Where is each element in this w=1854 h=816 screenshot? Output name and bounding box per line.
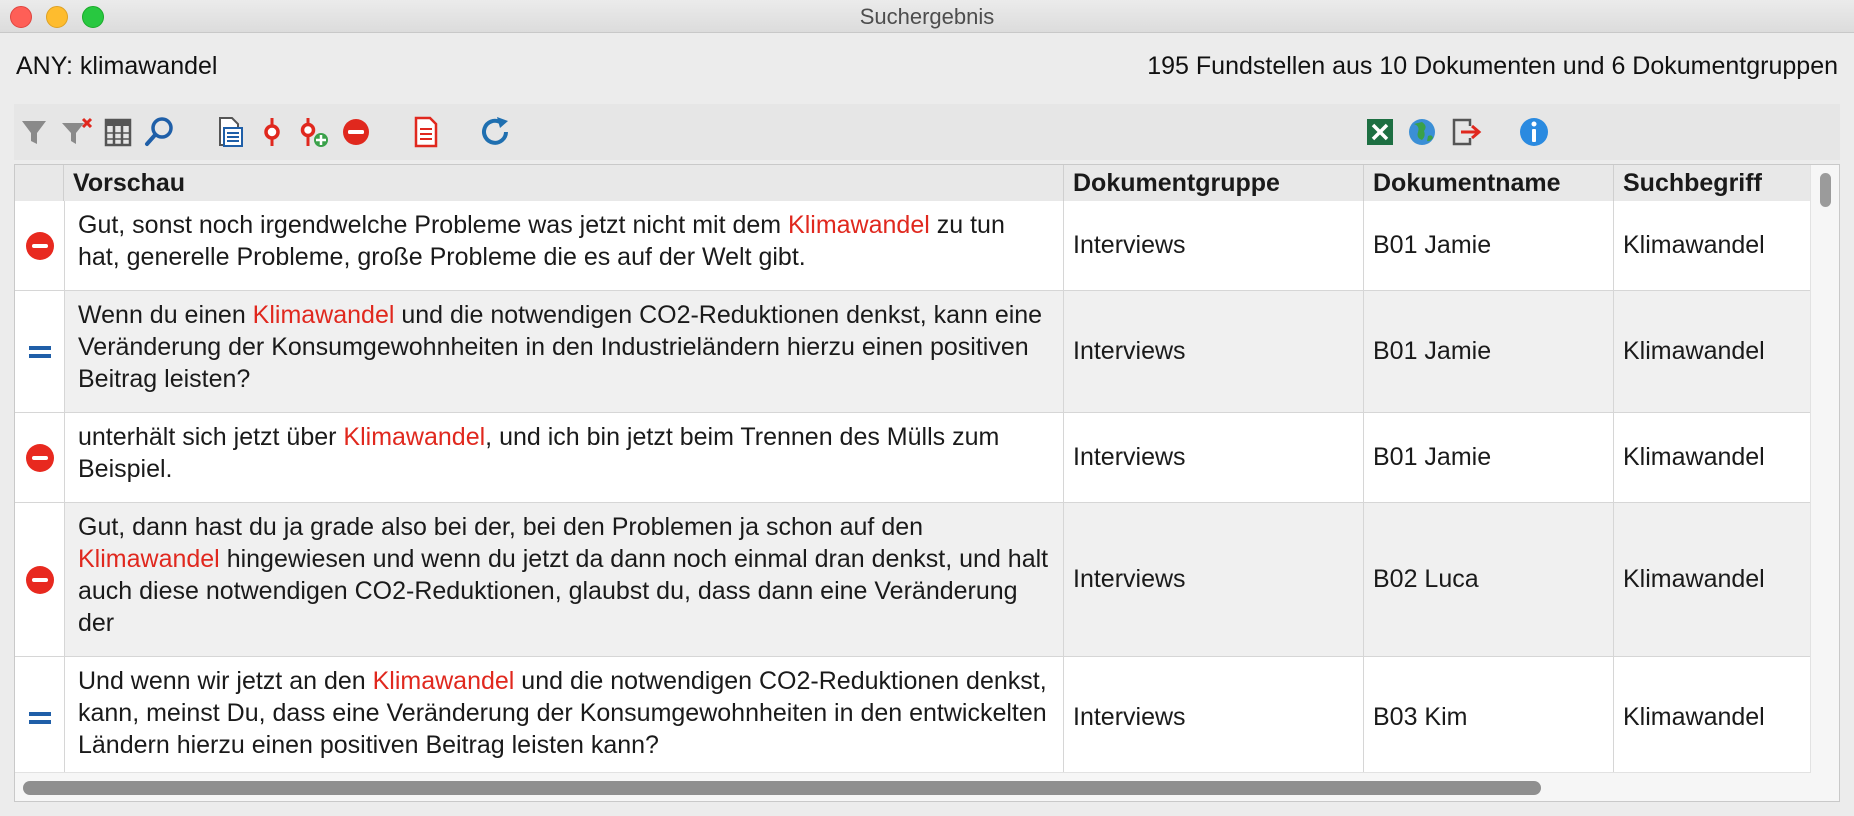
search-hit: Klimawandel [788, 211, 930, 239]
document-name-cell: B03 Kim [1364, 657, 1614, 778]
results-summary: 195 Fundstellen aus 10 Dokumenten und 6 … [1147, 52, 1838, 80]
column-header-search-term[interactable]: Suchbegriff [1614, 165, 1810, 201]
toolbar [14, 104, 1840, 160]
status-column-header[interactable] [15, 165, 64, 201]
horizontal-scrollbar[interactable] [15, 772, 1811, 801]
search-term-cell: Klimawandel [1623, 231, 1765, 259]
minus-status-icon[interactable] [25, 443, 54, 472]
search-term-cell: Klimawandel [1623, 703, 1765, 731]
preview-cell: Und wenn wir jetzt an den Klimawandel un… [64, 657, 1064, 778]
table-row[interactable]: Gut, dann hast du ja grade also bei der,… [15, 503, 1810, 657]
table-header: Vorschau Dokumentgruppe Dokumentname Suc… [15, 165, 1810, 202]
document-group-cell: Interviews [1064, 201, 1364, 290]
minus-status-icon[interactable] [25, 231, 54, 260]
search-term-cell: Klimawandel [1623, 565, 1765, 593]
remove-icon[interactable] [336, 112, 376, 152]
preview-cell: unterhält sich jetzt über Klimawandel, u… [64, 413, 1064, 502]
search-hit: Klimawandel [372, 667, 515, 695]
title-bar[interactable]: Suchergebnis [0, 0, 1854, 33]
table-row[interactable]: Und wenn wir jetzt an den Klimawandel un… [15, 657, 1810, 779]
columns-icon[interactable] [98, 112, 138, 152]
document-list-icon[interactable] [210, 112, 250, 152]
search-hit: Klimawandel [78, 545, 220, 573]
document-group-cell: Interviews [1064, 291, 1364, 412]
search-term-cell: Klimawandel [1623, 337, 1765, 365]
document-name-cell: B01 Jamie [1364, 413, 1614, 502]
search-term-cell: Klimawandel [1623, 443, 1765, 471]
column-header-document-group[interactable]: Dokumentgruppe [1064, 165, 1364, 201]
search-results-window: Suchergebnis ANY: klimawandel 195 Fundst… [0, 0, 1854, 816]
vertical-scroll-thumb[interactable] [1820, 173, 1831, 207]
document-name-cell: B01 Jamie [1364, 201, 1614, 290]
export-report-icon[interactable] [406, 112, 446, 152]
column-header-document-name[interactable]: Dokumentname [1364, 165, 1614, 201]
vertical-scrollbar[interactable] [1810, 165, 1839, 801]
document-group-cell: Interviews [1064, 657, 1364, 778]
refresh-icon[interactable] [476, 112, 516, 152]
preview-cell: Gut, sonst noch irgendwelche Probleme wa… [64, 201, 1064, 290]
excel-export-icon[interactable] [1360, 112, 1400, 152]
info-icon[interactable] [1514, 112, 1554, 152]
search-hit: Klimawandel [343, 423, 486, 451]
table-row[interactable]: unterhält sich jetzt über Klimawandel, u… [15, 413, 1810, 503]
clear-filter-icon[interactable] [56, 112, 96, 152]
filter-icon[interactable] [14, 112, 54, 152]
document-group-cell: Interviews [1064, 413, 1364, 502]
exit-export-icon[interactable] [1446, 112, 1486, 152]
preview-cell: Wenn du einen Klimawandel und die notwen… [64, 291, 1064, 412]
web-export-icon[interactable] [1402, 112, 1442, 152]
document-name-cell: B02 Luca [1364, 503, 1614, 656]
equal-status-icon[interactable] [28, 711, 51, 725]
window-title: Suchergebnis [859, 4, 995, 29]
column-header-preview[interactable]: Vorschau [64, 165, 1064, 201]
document-name-cell: B01 Jamie [1364, 291, 1614, 412]
equal-status-icon[interactable] [28, 345, 51, 359]
preview-cell: Gut, dann hast du ja grade also bei der,… [64, 503, 1064, 656]
horizontal-scroll-thumb[interactable] [23, 781, 1541, 795]
table-row[interactable]: Wenn du einen Klimawandel und die notwen… [15, 291, 1810, 413]
code-pin-icon[interactable] [252, 112, 292, 152]
search-query: ANY: klimawandel [16, 52, 218, 80]
document-group-cell: Interviews [1064, 503, 1364, 656]
results-table: Vorschau Dokumentgruppe Dokumentname Suc… [14, 164, 1840, 802]
minus-status-icon[interactable] [25, 565, 54, 594]
search-hit: Klimawandel [252, 301, 395, 329]
add-code-icon[interactable] [294, 112, 334, 152]
table-row[interactable]: Gut, sonst noch irgendwelche Probleme wa… [15, 201, 1810, 291]
search-icon[interactable] [140, 112, 180, 152]
